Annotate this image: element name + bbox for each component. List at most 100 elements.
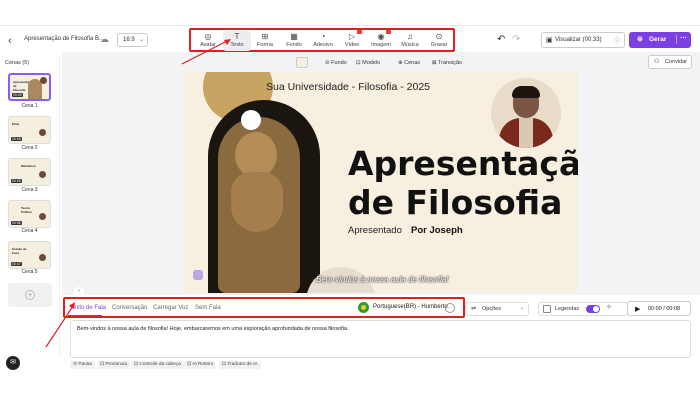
avatar-shirt: [519, 118, 533, 148]
tool-music[interactable]: ♫ Música: [396, 31, 424, 51]
scene-thumb[interactable]: Estudo de Caso 00:07: [8, 241, 51, 269]
slide-presented-text[interactable]: Apresentado: [348, 225, 402, 236]
brazil-flag-icon: [358, 302, 369, 313]
scene-thumb[interactable]: Teoria Política 00:06: [8, 200, 51, 228]
pro-badge: [386, 30, 391, 34]
scene-duration: 00:07: [11, 262, 22, 266]
canvas-tool-scenes[interactable]: ⊕ Cenas: [394, 57, 424, 70]
canvas-tool-template[interactable]: ⊡ Modelo: [352, 57, 384, 70]
add-scene-button[interactable]: +: [8, 283, 52, 307]
tool-avatar[interactable]: ◎ Avatar: [194, 31, 222, 51]
captions-label: Legendas: [555, 306, 580, 312]
add-user-icon: ⚇: [654, 59, 660, 65]
generate-label: Gerar: [649, 36, 667, 43]
avatar-thumb: [39, 171, 46, 178]
background-icon: ▦: [290, 32, 298, 41]
scene-thumb[interactable]: Ética 00:05: [8, 116, 51, 144]
preview-button[interactable]: ▣ Visualizar (00:33) ⓘ: [541, 32, 625, 48]
scene-thumb[interactable]: Metafísica 00:05: [8, 158, 51, 186]
tool-record[interactable]: ⊙ Gravar: [425, 31, 453, 51]
insert-toolbar: ◎ Avatar T Texto ⊞ Forma ▦ Fundo ◔ Adesi…: [189, 28, 455, 52]
tool-sticker[interactable]: ◔ Adesivo: [309, 31, 337, 51]
avatar-thumb: [39, 129, 46, 136]
captions-toggle[interactable]: [586, 305, 600, 313]
sliders-icon: ⇌: [471, 306, 477, 312]
scene-thumb[interactable]: Apresentação de Filosofia 00:09: [8, 73, 51, 101]
tab-speech-text[interactable]: Texto de Fala: [70, 305, 106, 311]
sticker-icon: ◔: [320, 32, 326, 41]
scene-label: Cena 1: [21, 103, 38, 109]
tool-label: Vídeo: [344, 42, 360, 48]
pronunciation-button[interactable]: ⊡ Pronúncia: [97, 361, 130, 369]
preview-icon: ▣: [546, 37, 553, 44]
scene-duration: 00:09: [12, 93, 23, 97]
canvas-tool-label: Cenas: [404, 60, 421, 66]
scene-thumb-title: Metafísica: [21, 164, 36, 168]
scene-thumb-title: Teoria Política: [21, 206, 32, 214]
scene-label: Cena 3: [21, 187, 38, 193]
canvas-tool-transition[interactable]: ⊠ Transição: [428, 57, 466, 70]
more-icon[interactable]: ⋯: [445, 303, 455, 313]
presenter-avatar[interactable]: [491, 78, 561, 148]
pause-button[interactable]: ⊙ Pausa: [70, 361, 95, 369]
chat-icon[interactable]: ✉: [6, 356, 20, 370]
voice-select[interactable]: Portuguese(BR) - Humberto: [373, 304, 448, 310]
generate-button[interactable]: ⊜ Gerar ⋯: [629, 32, 691, 48]
redo-icon[interactable]: ↷: [512, 34, 520, 45]
more-icon[interactable]: ⋯: [680, 34, 687, 42]
cloud-icon: ☁: [100, 34, 109, 44]
button-label: Pausa: [78, 362, 92, 367]
slide-university-text[interactable]: Sua Universidade - Filosofia - 2025: [266, 81, 430, 93]
aspect-ratio-select[interactable]: 16:9 ⌄: [117, 33, 148, 47]
speech-text-input[interactable]: Bem-vindos à nossa aula de filosofia! Ho…: [70, 320, 691, 358]
top-divider: [0, 25, 700, 26]
tool-text[interactable]: T Texto: [223, 31, 251, 51]
button-label: Pronúncia: [105, 362, 127, 367]
magic-wand-icon[interactable]: ✧: [606, 303, 612, 311]
info-icon: ⓘ: [613, 39, 620, 45]
scene-label: Cena 2: [21, 145, 38, 151]
tool-video[interactable]: ▷ Vídeo: [338, 30, 366, 51]
chevron-down-icon: ⌄: [138, 37, 144, 43]
speech-text: Bem-vindos à nossa aula de filosofia! Ho…: [77, 326, 349, 332]
button-label: IA Roteiro: [192, 362, 214, 367]
scene-thumb-title: Ética: [12, 122, 20, 126]
app-window: ‹ Apresentação de Filosofia B... ☁ 16:9 …: [0, 0, 700, 400]
tab-no-speech[interactable]: Sem Fala: [195, 305, 221, 311]
tool-image[interactable]: ◉ Imagem: [367, 30, 395, 51]
canvas-tool-background[interactable]: ⊘ Fundo: [321, 57, 351, 70]
undo-icon[interactable]: ↶: [497, 34, 505, 45]
slide-author-text[interactable]: Por Joseph: [411, 225, 463, 236]
statue-beard: [231, 172, 283, 232]
head-control-button[interactable]: ⊡ Controle da cabeça: [131, 361, 184, 369]
ai-translator-button[interactable]: ⊡ Tradutor de IA: [219, 361, 261, 369]
slide-title[interactable]: Apresentação de Filosofia: [348, 144, 578, 222]
scenes-title: Cenas (5): [5, 60, 30, 66]
back-arrow-icon[interactable]: ‹: [8, 35, 12, 47]
ai-script-button[interactable]: ⊡ IA Roteiro: [184, 361, 217, 369]
project-title[interactable]: Apresentação de Filosofia B...: [24, 36, 104, 42]
plus-icon: +: [25, 290, 35, 300]
tool-background[interactable]: ▦ Fundo: [280, 31, 308, 51]
audio-player[interactable]: ▶ 00:00 / 00:08: [627, 301, 691, 316]
chevron-down-icon[interactable]: ⌄: [74, 287, 84, 295]
tool-shape[interactable]: ⊞ Forma: [251, 31, 279, 51]
play-icon[interactable]: ▶: [635, 305, 640, 313]
options-dropdown[interactable]: ⇌ Opções ⌄: [465, 302, 529, 316]
active-tab-indicator: [68, 315, 102, 316]
chevron-down-icon: ⌄: [519, 305, 524, 311]
tab-upload-voice[interactable]: Carregar Voz: [153, 305, 188, 311]
invite-button[interactable]: ⚇ Convidar: [648, 55, 692, 69]
button-label: Tradutor de IA: [227, 362, 258, 367]
slide-title-line1: Apresentação: [348, 144, 578, 183]
white-circle-shape[interactable]: [241, 110, 261, 130]
tab-conversation[interactable]: Conversação: [112, 305, 147, 311]
tool-label: Avatar: [200, 42, 216, 48]
background-color-swatch[interactable]: [296, 57, 308, 68]
music-icon: ♫: [407, 32, 413, 41]
scene-duration: 00:05: [11, 179, 22, 183]
scene-thumb-title: Apresentação de Filosofia: [13, 80, 33, 92]
options-label: Opções: [482, 306, 501, 312]
slide-canvas[interactable]: Sua Universidade - Filosofia - 2025 Apre…: [183, 72, 578, 293]
aspect-ratio-value: 16:9: [123, 37, 135, 43]
